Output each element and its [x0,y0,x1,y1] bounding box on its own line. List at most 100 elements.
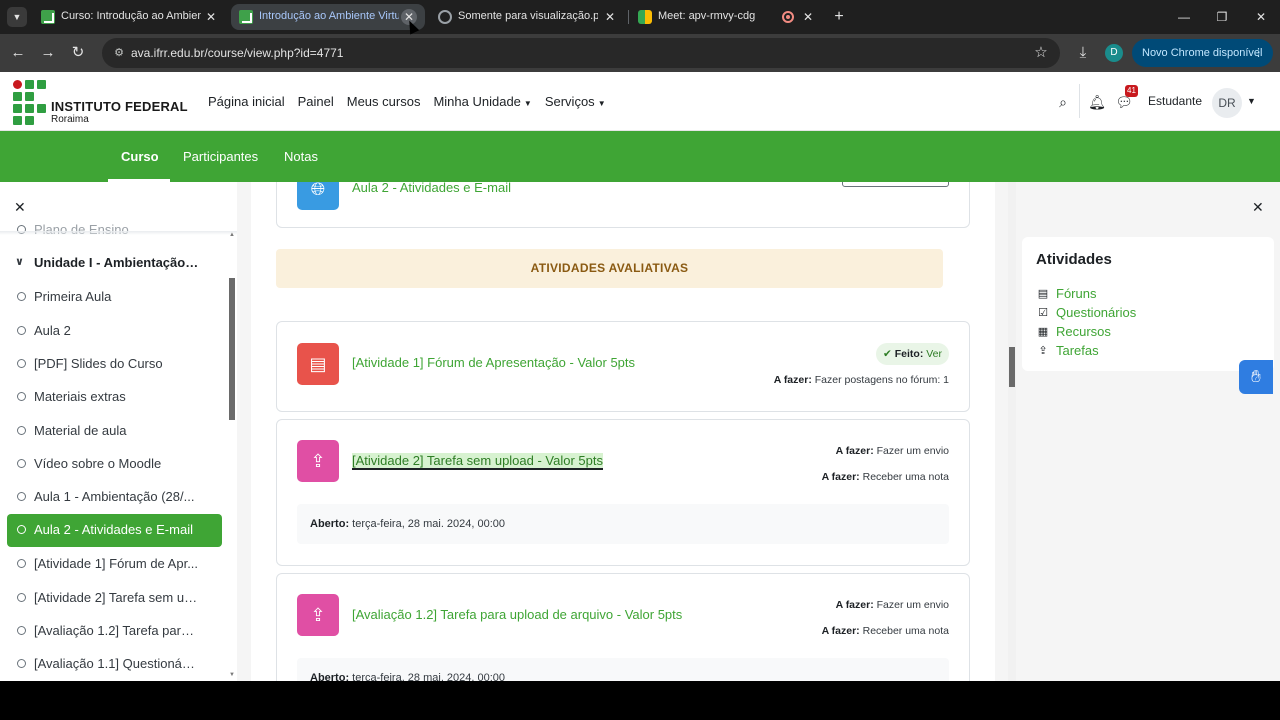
ifrr-logo[interactable] [13,80,46,125]
circle-icon [17,559,26,568]
activity-link[interactable]: [Avaliação 1.2] Tarefa para upload de ar… [352,607,682,622]
bookmark-star-icon[interactable]: ☆ [1032,44,1050,62]
course-content-panel: 🌐︎ Aula 2 - Atividades e E-mail ATIVIDAD… [251,182,995,681]
user-avatar[interactable]: DR [1212,88,1242,118]
more-menu-icon[interactable]: ⋮ [1253,39,1264,67]
nav-services[interactable]: Serviços ▼ [545,94,606,109]
close-icon[interactable]: ✕ [602,9,618,25]
activity-card: 🌐︎ Aula 2 - Atividades e E-mail [276,182,970,228]
course-index-item[interactable]: Material de aula [0,415,222,448]
tab-title: Meet: apv-rmvy-cdg [658,10,756,22]
course-index-section[interactable]: ∨ Unidade I - Ambientação ... [0,247,222,280]
circle-icon [17,593,26,602]
forum-icon: ▤ [1037,288,1049,300]
course-index-scrollbar[interactable] [229,278,235,420]
browser-tab-4[interactable]: Meet: apv-rmvy-cdg ✕ [630,4,824,30]
update-chrome-button[interactable]: Novo Chrome disponível ⋮ [1132,39,1273,67]
browser-toolbar: ← → ↻ ⚙ ava.ifrr.edu.br/course/view.php?… [0,34,1280,72]
block-title: Atividades [1036,251,1112,268]
address-bar[interactable]: ⚙ ava.ifrr.edu.br/course/view.php?id=477… [102,38,1060,68]
tab-title: Curso: Introdução ao Ambiente Virtual [61,10,201,22]
update-label: Novo Chrome disponível [1142,47,1263,59]
course-index-item[interactable]: Vídeo sobre o Moodle [0,448,222,481]
circle-icon [17,326,26,335]
course-index-item[interactable]: [Avaliação 1.2] Tarefa para ... [0,615,222,648]
course-index-item[interactable]: Aula 1 - Ambientação (28/... [0,481,222,514]
tab-course[interactable]: Curso [121,149,159,164]
browser-tab-1[interactable]: Curso: Introdução ao Ambiente Virtual ✕ [33,4,227,30]
chevron-down-icon[interactable]: ▼ [1247,96,1256,106]
close-icon[interactable]: ✕ [1252,199,1264,216]
header-divider [1079,84,1080,118]
browser-tab-3[interactable]: Somente para visualização.pdf ✕ [430,4,626,30]
new-tab-button[interactable]: + [829,7,849,27]
chevron-down-icon[interactable]: ∨ [15,255,24,268]
mark-as-done-button[interactable] [842,182,949,187]
notification-bell-icon[interactable]: 🔔︎ [1088,93,1106,111]
course-index-item[interactable]: Materiais extras [0,381,222,414]
activity-dates: Aberto: terça-feira, 28 mai. 2024, 00:00 [297,658,949,681]
nav-my-unit[interactable]: Minha Unidade ▼ [433,94,531,109]
course-index-item[interactable]: [PDF] Slides do Curso [0,348,222,381]
course-index-item[interactable]: Primeira Aula [0,281,222,314]
site-header: INSTITUTO FEDERAL Roraima Página inicial… [0,72,1280,131]
course-index-item[interactable]: [Atividade 1] Fórum de Apr... [0,548,222,581]
close-window-button[interactable]: ✕ [1238,0,1280,34]
assignment-icon[interactable]: ⇪ [297,594,339,636]
circle-icon [17,626,26,635]
browser-tab-2[interactable]: Introdução ao Ambiente Virtual ✕ [231,4,425,30]
logo-title: INSTITUTO FEDERAL [51,99,188,114]
scrollbar-thumb[interactable] [1009,347,1015,387]
url-text: ava.ifrr.edu.br/course/view.php?id=4771 [131,46,344,60]
tab-participants[interactable]: Participantes [183,149,258,164]
assignment-icon[interactable]: ⇪ [297,440,339,482]
activities-block: Atividades ▤ Fóruns ☑ Questionários ▦ Re… [1022,237,1274,371]
tab-search-icon[interactable]: ▼ [7,7,27,27]
forum-icon[interactable]: ▤ [297,343,339,385]
nav-my-courses[interactable]: Meus cursos [347,94,421,109]
close-icon[interactable]: ✕ [203,9,219,25]
course-index-item[interactable]: Aula 2 [0,315,222,348]
back-button[interactable]: ← [7,42,29,64]
completion-requirement: A fazer: Fazer um envio [835,599,949,611]
circle-icon [17,426,26,435]
nav-dashboard[interactable]: Painel [298,94,334,109]
close-icon[interactable]: ✕ [800,9,816,25]
activity-link[interactable]: [Atividade 1] Fórum de Apresentação - Va… [352,355,635,370]
content-scrollbar[interactable] [1008,182,1016,681]
taskbar-black-strip [0,681,1280,720]
profile-avatar[interactable]: D [1105,44,1123,62]
recording-icon [782,11,794,23]
scroll-up-icon[interactable]: ▲ [229,232,235,238]
site-settings-icon[interactable]: ⚙ [112,46,126,60]
course-secondary-nav: Curso Participantes Notas [0,131,1280,182]
download-icon[interactable]: ⤓ [1073,42,1093,64]
nav-home[interactable]: Página inicial [208,94,285,109]
activity-link[interactable]: Aula 2 - Atividades e E-mail [352,182,511,195]
ifrr-icon [41,10,55,24]
resource-icon: ▦ [1037,326,1049,338]
vlibras-accessibility-icon[interactable]: ✋︎ [1239,360,1273,394]
assignment-icon: ⇪ [1038,345,1048,357]
course-index-item[interactable]: [Avaliação 1.1] Questionário... [0,648,222,681]
completion-requirement: A fazer: Fazer um envio [835,445,949,457]
scroll-down-icon[interactable]: ▼ [229,672,235,678]
course-index-item[interactable]: [Atividade 2] Tarefa sem up... [0,582,222,615]
tab-title: Introdução ao Ambiente Virtual [259,10,399,22]
drawer-header-shadow [0,231,237,235]
course-content-area: 🌐︎ Aula 2 - Atividades e E-mail ATIVIDAD… [237,182,1008,681]
completion-status-badge[interactable]: ✔ Feito: Ver [876,343,949,365]
user-name[interactable]: Estudante [1148,94,1202,108]
course-index-item-active[interactable]: Aula 2 - Atividades e E-mail [7,514,222,547]
circle-icon [17,659,26,668]
completion-requirement: A fazer: Receber uma nota [821,625,949,637]
tab-separator [628,10,629,24]
activity-link[interactable]: [Atividade 2] Tarefa sem upload - Valor … [352,453,603,470]
tab-grades[interactable]: Notas [284,149,318,164]
reload-button[interactable]: ↻ [67,42,89,64]
globe-icon[interactable]: 🌐︎ [297,182,339,210]
circle-icon [17,459,26,468]
search-icon[interactable]: ⌕ [1054,93,1072,111]
circle-icon [17,525,26,534]
forward-button[interactable]: → [37,42,59,64]
